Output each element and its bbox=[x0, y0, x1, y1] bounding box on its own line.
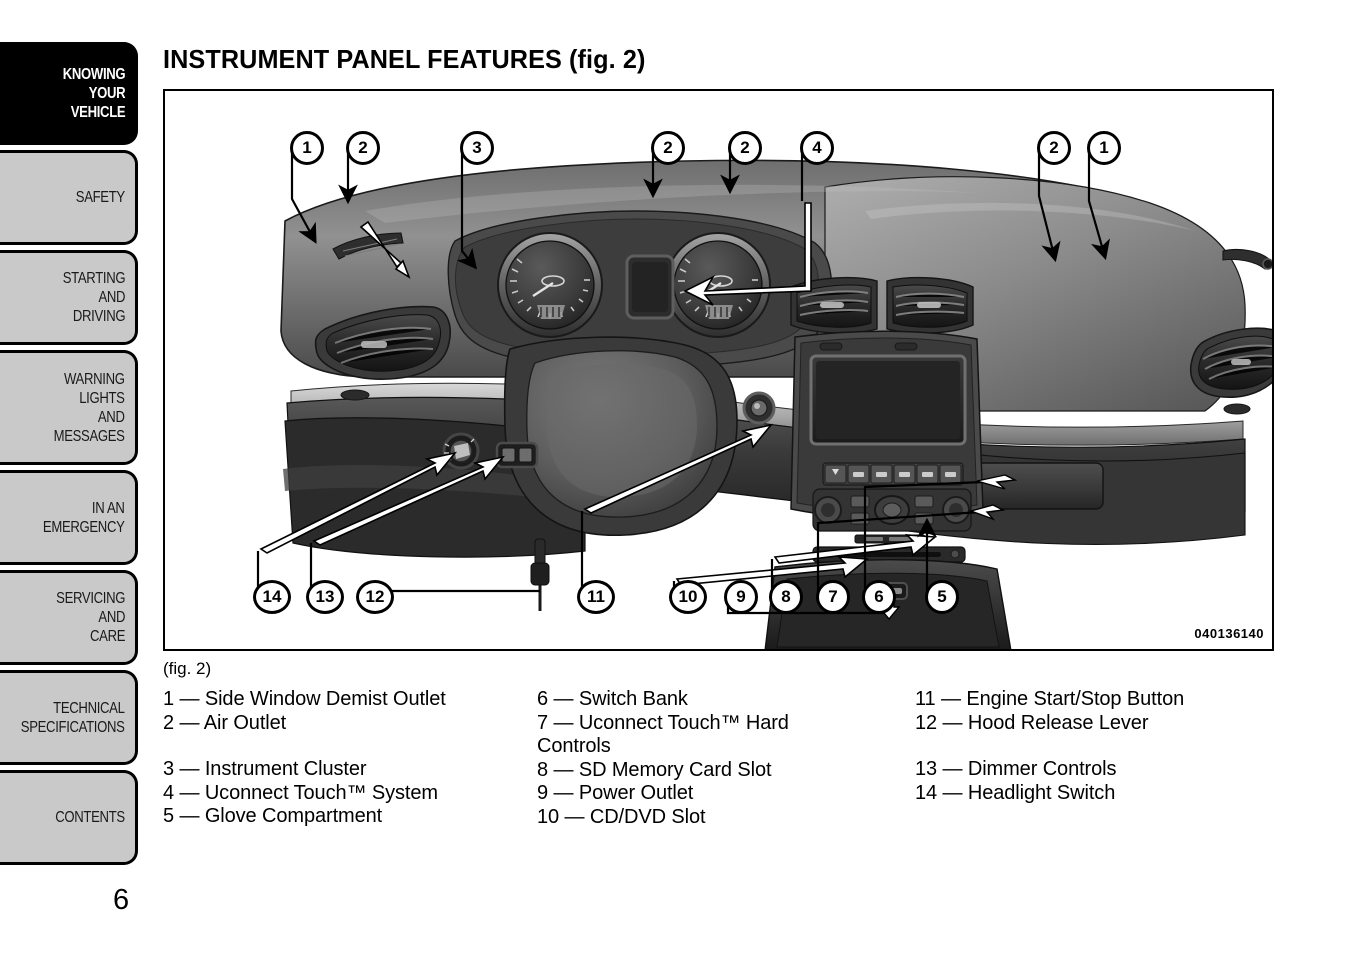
legend-item: 1 — Side Window Demist Outlet bbox=[163, 688, 446, 710]
legend-item: 11 — Engine Start/Stop Button bbox=[915, 688, 1185, 710]
legend-item: 4 — Uconnect Touch™ System bbox=[163, 781, 438, 804]
instrument-panel-illustration bbox=[256, 151, 1272, 649]
callout-2: 2 bbox=[1037, 131, 1071, 165]
sidebar-item-label: CONTENTS bbox=[55, 809, 125, 826]
sidebar-item-label: KNOWING YOUR VEHICLE bbox=[62, 66, 125, 121]
legend-item: 5 — Glove Compartment bbox=[163, 805, 383, 827]
sidebar-item-label: SERVICING AND CARE bbox=[56, 590, 125, 645]
callout-10: 10 bbox=[669, 580, 707, 614]
sidebar-item-label: SAFETY bbox=[75, 189, 125, 206]
figure-container: 040136140 bbox=[163, 89, 1274, 651]
callout-4: 4 bbox=[800, 131, 834, 165]
uconnect-touch-hard-controls[interactable] bbox=[812, 488, 972, 532]
legend: 1 — Side Window Demist Outlet 2 — Air Ou… bbox=[163, 688, 1293, 829]
callout-9: 9 bbox=[724, 580, 758, 614]
callout-6: 6 bbox=[862, 580, 896, 614]
sidebar-item-warning-lights-and-messages[interactable]: WARNING LIGHTS AND MESSAGES bbox=[0, 350, 138, 465]
callout-3: 3 bbox=[460, 131, 494, 165]
callout-14: 14 bbox=[253, 580, 291, 614]
sidebar-item-in-an-emergency[interactable]: IN AN EMERGENCY bbox=[0, 470, 138, 565]
callout-2: 2 bbox=[651, 131, 685, 165]
legend-item: 9 — Power Outlet bbox=[537, 782, 694, 804]
callout-2: 2 bbox=[346, 131, 380, 165]
callout-1: 1 bbox=[1087, 131, 1121, 165]
callout-11: 11 bbox=[577, 580, 615, 614]
callout-7: 7 bbox=[816, 580, 850, 614]
sidebar-navigation: KNOWING YOUR VEHICLE SAFETY STARTING AND… bbox=[0, 42, 138, 870]
legend-item: 14 — Headlight Switch bbox=[915, 781, 1116, 804]
legend-item: 2 — Air Outlet bbox=[163, 711, 287, 734]
legend-item: 10 — CD/DVD Slot bbox=[537, 805, 706, 828]
legend-item: 6 — Switch Bank bbox=[537, 688, 688, 710]
sidebar-item-safety[interactable]: SAFETY bbox=[0, 150, 138, 245]
sidebar-item-label: IN AN EMERGENCY bbox=[43, 499, 125, 536]
figure-caption: (fig. 2) bbox=[163, 659, 212, 678]
callout-5: 5 bbox=[925, 580, 959, 614]
hood-release-lever[interactable] bbox=[530, 562, 550, 586]
legend-column-2: 6 — Switch Bank 7 — Uconnect Touch™ Hard… bbox=[537, 688, 915, 829]
callout-13: 13 bbox=[306, 580, 344, 614]
legend-item: 8 — SD Memory Card Slot bbox=[537, 758, 772, 781]
sidebar-item-label: TECHNICAL SPECIFICATIONS bbox=[21, 699, 125, 736]
sidebar-item-starting-and-driving[interactable]: STARTING AND DRIVING bbox=[0, 250, 138, 345]
legend-item: 3 — Instrument Cluster bbox=[163, 758, 367, 780]
sidebar-item-contents[interactable]: CONTENTS bbox=[0, 770, 138, 865]
sidebar-item-label: STARTING AND DRIVING bbox=[62, 270, 126, 325]
callout-12: 12 bbox=[356, 580, 394, 614]
switch-bank[interactable] bbox=[822, 462, 964, 486]
sidebar-item-knowing-your-vehicle[interactable]: KNOWING YOUR VEHICLE bbox=[0, 42, 138, 145]
sidebar-item-servicing-and-care[interactable]: SERVICING AND CARE bbox=[0, 570, 138, 665]
legend-item: 12 — Hood Release Lever bbox=[915, 711, 1149, 734]
callout-1: 1 bbox=[290, 131, 324, 165]
legend-column-3: 11 — Engine Start/Stop Button 12 — Hood … bbox=[915, 688, 1255, 829]
page-title: INSTRUMENT PANEL FEATURES (fig. 2) bbox=[163, 44, 646, 74]
sidebar-item-label: WARNING LIGHTS AND MESSAGES bbox=[53, 370, 125, 445]
sidebar-item-technical-specifications[interactable]: TECHNICAL SPECIFICATIONS bbox=[0, 670, 138, 765]
callout-8: 8 bbox=[769, 580, 803, 614]
figure-code: 040136140 bbox=[1194, 626, 1264, 641]
legend-column-1: 1 — Side Window Demist Outlet 2 — Air Ou… bbox=[163, 688, 537, 829]
legend-item: 7 — Uconnect Touch™ Hard Controls bbox=[537, 711, 789, 758]
page-number: 6 bbox=[113, 884, 130, 916]
legend-item: 13 — Dimmer Controls bbox=[915, 758, 1117, 780]
callout-2: 2 bbox=[728, 131, 762, 165]
